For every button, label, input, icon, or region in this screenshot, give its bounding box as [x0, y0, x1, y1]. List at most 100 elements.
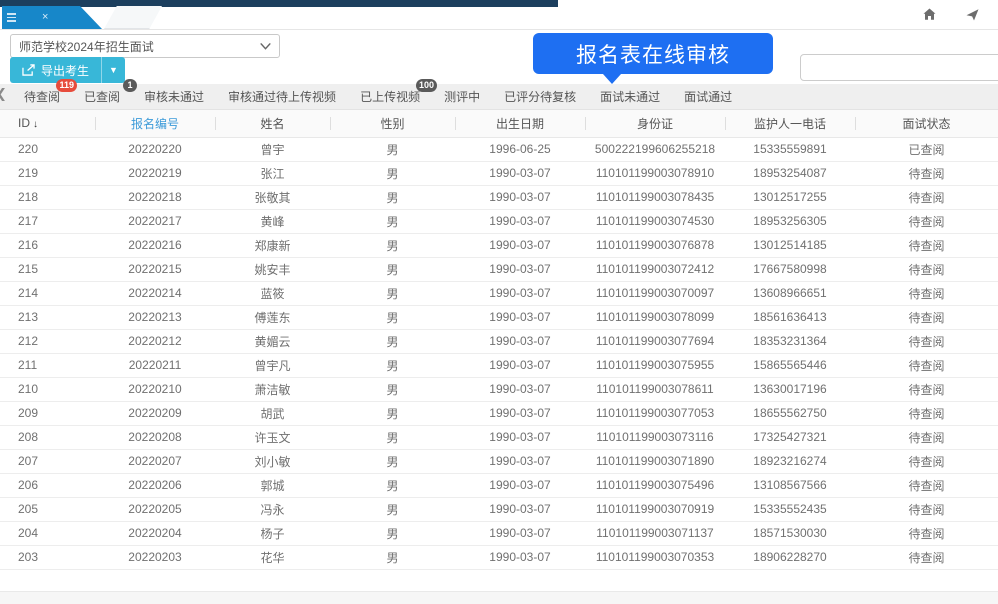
column-header[interactable]: 姓名 — [215, 110, 330, 137]
table-cell: 20220217 — [95, 209, 215, 233]
table-cell: 1990-03-07 — [455, 377, 585, 401]
table-cell: 500222199606255218 — [585, 137, 725, 161]
table-cell: 姚安丰 — [215, 257, 330, 281]
table-cell: 215 — [0, 257, 95, 281]
table-cell: 20220218 — [95, 185, 215, 209]
table-cell: 20220213 — [95, 305, 215, 329]
table-cell: 15865565446 — [725, 353, 855, 377]
table-cell: 男 — [330, 521, 455, 545]
column-header[interactable]: ID↓ — [0, 110, 95, 137]
tab-list-icon — [7, 13, 16, 22]
table-cell: 男 — [330, 185, 455, 209]
status-tab-4[interactable]: 审核通过待上传视频 — [228, 88, 336, 105]
table-cell: 17325427321 — [725, 425, 855, 449]
table-row[interactable]: 21120220211曾宇凡男1990-03-07110101199003075… — [0, 353, 998, 377]
table-cell: 1990-03-07 — [455, 545, 585, 569]
tab-close-icon[interactable]: × — [42, 12, 48, 23]
table-cell: 1990-03-07 — [455, 329, 585, 353]
table-cell: 15335552435 — [725, 497, 855, 521]
table-cell: 蓝筱 — [215, 281, 330, 305]
table-row[interactable]: 21320220213傅莲东男1990-03-07110101199003078… — [0, 305, 998, 329]
column-header[interactable]: 面试状态 — [855, 110, 998, 137]
search-input[interactable] — [800, 54, 998, 81]
send-icon[interactable] — [965, 7, 980, 22]
table-cell: 18561636413 — [725, 305, 855, 329]
table-cell: 男 — [330, 473, 455, 497]
table-row[interactable]: 20520220205冯永男1990-03-071101011990030709… — [0, 497, 998, 521]
table-cell: 20220203 — [95, 545, 215, 569]
table-cell: 许玉文 — [215, 425, 330, 449]
export-dropdown-caret[interactable]: ▼ — [101, 57, 125, 83]
chevron-down-icon — [260, 43, 271, 50]
table-cell: 男 — [330, 497, 455, 521]
inactive-tab[interactable] — [104, 6, 162, 29]
table-cell: 待查阅 — [855, 233, 998, 257]
column-header[interactable]: 性别 — [330, 110, 455, 137]
table-row[interactable]: 20620220206郭城男1990-03-071101011990030754… — [0, 473, 998, 497]
status-tab-9[interactable]: 面试通过 — [684, 88, 732, 105]
table-row[interactable]: 21020220210萧洁敏男1990-03-07110101199003078… — [0, 377, 998, 401]
table-row[interactable]: 21620220216郑康新男1990-03-07110101199003076… — [0, 233, 998, 257]
status-tab-3[interactable]: 审核未通过 — [144, 88, 204, 105]
table-cell: 张敬其 — [215, 185, 330, 209]
table-cell: 郭城 — [215, 473, 330, 497]
table-cell: 男 — [330, 449, 455, 473]
table-row[interactable]: 21220220212黄媚云男1990-03-07110101199003077… — [0, 329, 998, 353]
export-candidates-label: 导出考生 — [41, 62, 89, 79]
status-tab-6[interactable]: 测评中 — [444, 88, 480, 105]
table-row[interactable]: 21920220219张江男1990-03-071101011990030789… — [0, 161, 998, 185]
home-icon[interactable] — [922, 7, 937, 22]
table-cell: 20220206 — [95, 473, 215, 497]
table-row[interactable]: 20720220207刘小敏男1990-03-07110101199003071… — [0, 449, 998, 473]
review-tooltip: 报名表在线审核 — [533, 33, 773, 74]
table-cell: 110101199003071890 — [585, 449, 725, 473]
table-cell: 黄媚云 — [215, 329, 330, 353]
table-cell: 待查阅 — [855, 209, 998, 233]
table-cell: 20220214 — [95, 281, 215, 305]
table-row[interactable]: 21520220215姚安丰男1990-03-07110101199003072… — [0, 257, 998, 281]
table-cell: 待查阅 — [855, 305, 998, 329]
table-cell: 20220208 — [95, 425, 215, 449]
table-cell: 206 — [0, 473, 95, 497]
table-cell: 17667580998 — [725, 257, 855, 281]
browser-tab[interactable]: × — [2, 6, 102, 29]
table-cell: 黄峰 — [215, 209, 330, 233]
column-header[interactable]: 身份证 — [585, 110, 725, 137]
status-tab-8[interactable]: 面试未通过 — [600, 88, 660, 105]
status-tab-1[interactable]: 待查阅119 — [24, 88, 60, 105]
column-header[interactable]: 报名编号 — [95, 110, 215, 137]
table-cell: 18923216274 — [725, 449, 855, 473]
table-cell: 待查阅 — [855, 281, 998, 305]
table-cell: 男 — [330, 425, 455, 449]
export-candidates-button[interactable]: 导出考生 — [10, 57, 101, 83]
table-cell: 110101199003076878 — [585, 233, 725, 257]
table-cell: 110101199003077053 — [585, 401, 725, 425]
table-row[interactable]: 20920220209胡武男1990-03-071101011990030770… — [0, 401, 998, 425]
table-cell: 傅莲东 — [215, 305, 330, 329]
toolbar: 师范学校2024年招生面试 导出考生 ▼ 报名表在线审核 — [0, 30, 998, 84]
table-row[interactable]: 20320220203花华男1990-03-071101011990030703… — [0, 545, 998, 569]
column-header[interactable]: 出生日期 — [455, 110, 585, 137]
table-cell: 219 — [0, 161, 95, 185]
status-tab-7[interactable]: 已评分待复核 — [504, 88, 576, 105]
table-cell: 20220204 — [95, 521, 215, 545]
table-cell: 男 — [330, 161, 455, 185]
exam-project-select[interactable]: 师范学校2024年招生面试 — [10, 34, 280, 58]
table-row[interactable]: 20820220208许玉文男1990-03-07110101199003073… — [0, 425, 998, 449]
table-row[interactable]: 21820220218张敬其男1990-03-07110101199003078… — [0, 185, 998, 209]
table-row[interactable]: 21720220217黄峰男1990-03-071101011990030745… — [0, 209, 998, 233]
table-cell: 1990-03-07 — [455, 185, 585, 209]
column-header[interactable]: 监护人一电话 — [725, 110, 855, 137]
table-cell: 待查阅 — [855, 473, 998, 497]
tabs-scroll-left-icon[interactable]: ❮ — [0, 86, 7, 102]
table-cell: 20220219 — [95, 161, 215, 185]
table-cell: 18953256305 — [725, 209, 855, 233]
status-tab-5[interactable]: 已上传视频100 — [360, 88, 420, 105]
table-row[interactable]: 21420220214蓝筱男1990-03-071101011990030700… — [0, 281, 998, 305]
table-row[interactable]: 20420220204杨子男1990-03-071101011990030711… — [0, 521, 998, 545]
table-cell: 待查阅 — [855, 161, 998, 185]
sort-desc-icon[interactable]: ↓ — [33, 119, 38, 130]
table-cell: 209 — [0, 401, 95, 425]
status-tab-2[interactable]: 已查阅1 — [84, 88, 120, 105]
table-row[interactable]: 22020220220曾宇男1996-06-255002221996062552… — [0, 137, 998, 161]
